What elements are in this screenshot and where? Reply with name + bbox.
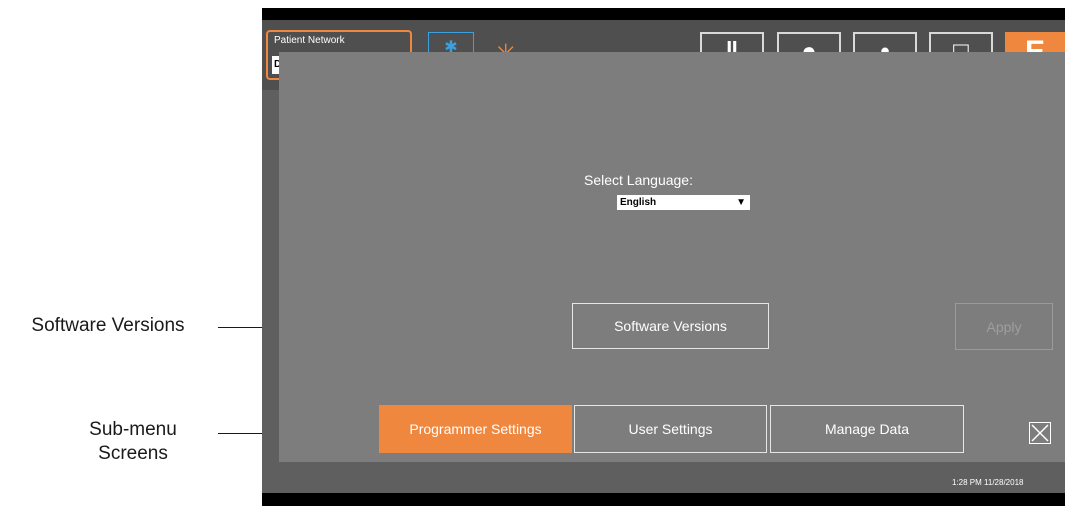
tab-label: Manage Data xyxy=(824,421,910,437)
callout-submenu-line2: Screens xyxy=(98,443,168,464)
software-versions-button[interactable]: Software Versions xyxy=(572,303,769,349)
settings-dialog: Select Language: English ▼ Software Vers… xyxy=(279,52,1065,462)
dropdown-arrow-icon: ▼ xyxy=(736,197,746,208)
status-timestamp: 1:28 PM 11/28/2018 xyxy=(952,478,1024,487)
apply-button[interactable]: Apply xyxy=(955,303,1053,350)
tab-programmer-settings[interactable]: Programmer Settings xyxy=(379,405,572,453)
tab-label: User Settings xyxy=(628,421,713,437)
tab-label: Programmer Settings xyxy=(409,421,542,437)
app-window: Patient Network D ✱ ✳ ‖ ● • □ E Select L… xyxy=(262,20,1065,493)
apply-label: Apply xyxy=(986,318,1022,335)
tab-user-settings[interactable]: User Settings xyxy=(574,405,767,453)
callout-software-versions: Software Versions xyxy=(31,315,185,336)
callout-submenu-line1: Sub-menu xyxy=(89,419,177,440)
tab-manage-data[interactable]: Manage Data xyxy=(770,405,964,453)
language-select[interactable]: English ▼ xyxy=(617,195,750,210)
software-versions-label: Software Versions xyxy=(614,318,727,334)
close-icon xyxy=(1031,424,1049,442)
patient-network-label: Patient Network xyxy=(274,35,345,46)
device-screen: Patient Network D ✱ ✳ ‖ ● • □ E Select L… xyxy=(262,8,1065,506)
callout-submenu: Sub-menu Screens xyxy=(58,418,208,466)
select-language-label: Select Language: xyxy=(584,172,693,188)
close-button[interactable] xyxy=(1029,422,1051,444)
language-select-value: English xyxy=(620,197,657,208)
